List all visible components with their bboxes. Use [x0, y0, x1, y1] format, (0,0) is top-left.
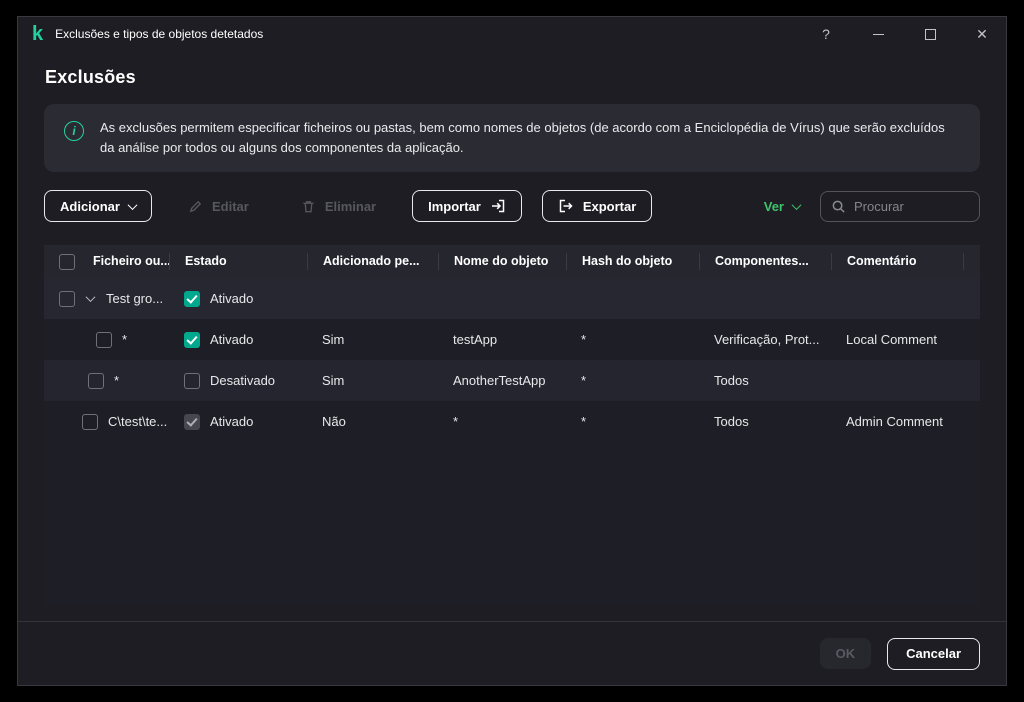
cell-state-label: Ativado	[210, 332, 254, 348]
search-icon	[832, 200, 845, 213]
cell-hash: *	[581, 332, 587, 348]
table-row[interactable]: C\test\te... Ativado Não * * Todos Admin…	[44, 401, 980, 442]
cell-added: Sim	[322, 332, 345, 348]
header-comment[interactable]: Comentário	[831, 253, 963, 271]
import-button[interactable]: Importar	[412, 190, 522, 223]
cell-file-label: *	[114, 373, 120, 389]
table-header: Ficheiro ou... Estado Adicionado pe... N…	[44, 245, 980, 279]
info-icon: i	[64, 121, 84, 141]
cell-name: *	[453, 414, 459, 430]
header-hash[interactable]: Hash do objeto	[566, 253, 699, 271]
help-icon[interactable]: ?	[818, 26, 834, 42]
cell-hash: *	[581, 414, 587, 430]
minimize-icon[interactable]	[870, 26, 886, 42]
header-file: Ficheiro ou...	[44, 253, 169, 270]
view-dropdown[interactable]: Ver	[763, 198, 802, 214]
cell-state-label: Ativado	[210, 291, 254, 307]
view-dropdown-label: Ver	[763, 198, 784, 214]
header-components[interactable]: Componentes...	[699, 253, 831, 271]
cell-file-label: Test gro...	[106, 291, 164, 307]
select-all-checkbox[interactable]	[59, 253, 75, 270]
cell-name: testApp	[453, 332, 498, 348]
import-icon	[491, 200, 505, 213]
add-button[interactable]: Adicionar	[44, 190, 152, 223]
cell-file-label: *	[122, 332, 128, 348]
cell-hash: *	[581, 373, 587, 389]
state-checkbox[interactable]	[184, 372, 200, 389]
window-title: Exclusões e tipos de objetos detetados	[55, 27, 264, 41]
header-file-label: Ficheiro ou...	[93, 254, 169, 269]
header-added[interactable]: Adicionado pe...	[307, 253, 438, 271]
cell-state: Ativado	[169, 290, 307, 307]
exclusions-table: Ficheiro ou... Estado Adicionado pe... N…	[44, 245, 980, 606]
delete-button[interactable]: Eliminar	[285, 190, 392, 222]
row-checkbox[interactable]	[88, 372, 104, 389]
toolbar: Adicionar Editar Eliminar Importar Expor…	[44, 190, 980, 223]
page-title: Exclusões	[45, 67, 136, 87]
row-checkbox[interactable]	[82, 413, 98, 430]
cell-file: Test gro...	[44, 290, 169, 307]
cell-state: Desativado	[169, 372, 307, 389]
cell-file-label: C\test\te...	[108, 414, 168, 430]
table-row[interactable]: * Desativado Sim AnotherTestApp * Todos	[44, 360, 980, 402]
expand-chevron-icon[interactable]	[85, 292, 96, 303]
cell-components: Todos	[714, 373, 749, 389]
add-button-label: Adicionar	[60, 198, 120, 214]
window-controls: ? ✕	[818, 26, 990, 43]
cell-file: *	[44, 331, 169, 348]
cell-state: Ativado	[169, 331, 307, 348]
import-button-label: Importar	[428, 198, 481, 214]
cell-state: Ativado	[169, 413, 307, 430]
export-button-label: Exportar	[582, 198, 637, 214]
cell-components: Todos	[714, 414, 749, 430]
cell-name: AnotherTestApp	[453, 373, 546, 389]
search-box	[820, 190, 980, 222]
chevron-down-icon	[127, 199, 138, 210]
app-window: k Exclusões e tipos de objetos detetados…	[17, 16, 1007, 686]
cell-file: *	[44, 372, 169, 389]
header-state[interactable]: Estado	[169, 253, 307, 271]
header-name[interactable]: Nome do objeto	[438, 253, 566, 271]
info-banner: i As exclusões permitem especificar fich…	[44, 104, 980, 173]
export-button[interactable]: Exportar	[541, 190, 653, 223]
ok-button[interactable]: OK	[819, 638, 872, 669]
cell-comment: Admin Comment	[846, 414, 943, 430]
title-bar: k Exclusões e tipos de objetos detetados…	[18, 17, 1006, 51]
edit-button-label: Editar	[211, 198, 249, 214]
table-row[interactable]: * Ativado Sim testApp * Verificação, Pro…	[44, 319, 980, 360]
chevron-down-icon	[791, 199, 802, 210]
cell-added: Sim	[322, 373, 345, 389]
cell-components: Verificação, Prot...	[714, 332, 820, 348]
cell-file: C\test\te...	[44, 413, 169, 430]
cell-added: Não	[322, 414, 346, 430]
close-icon[interactable]: ✕	[974, 26, 990, 42]
table-row-group[interactable]: Test gro... Ativado	[44, 278, 980, 320]
maximize-icon[interactable]	[922, 26, 938, 42]
export-icon	[559, 200, 573, 213]
cancel-button[interactable]: Cancelar	[887, 637, 980, 670]
pencil-icon	[189, 200, 202, 213]
state-checkbox[interactable]	[184, 331, 200, 348]
row-checkbox[interactable]	[59, 290, 75, 307]
trash-icon	[303, 200, 314, 213]
header-filler	[963, 253, 980, 271]
state-checkbox[interactable]	[184, 413, 200, 430]
state-checkbox[interactable]	[184, 290, 200, 307]
row-checkbox[interactable]	[96, 331, 112, 348]
cell-state-label: Ativado	[210, 414, 254, 430]
cell-comment: Local Comment	[846, 332, 938, 348]
search-input[interactable]	[854, 198, 969, 214]
info-banner-text: As exclusões permitem especificar fichei…	[100, 120, 945, 156]
dialog-footer: OK Cancelar	[18, 621, 1006, 685]
table-body: Test gro... Ativado * Ativado Sim testAp…	[44, 278, 980, 606]
delete-button-label: Eliminar	[324, 198, 377, 214]
edit-button[interactable]: Editar	[172, 190, 265, 222]
cell-state-label: Desativado	[210, 373, 276, 389]
kaspersky-logo-icon: k	[32, 23, 44, 45]
